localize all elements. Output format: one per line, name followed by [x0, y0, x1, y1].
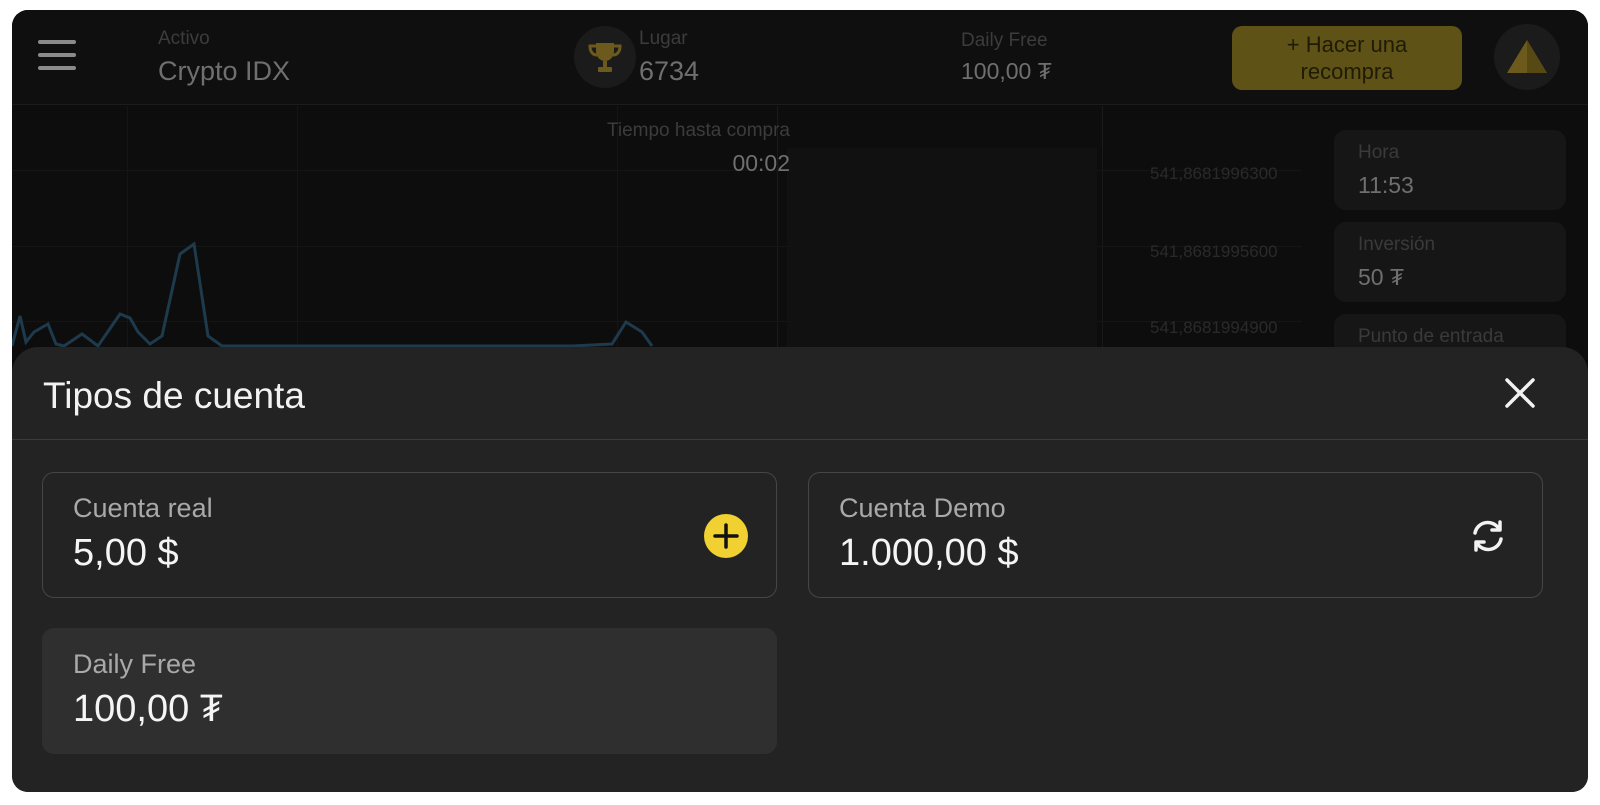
daily-free-label: Daily Free — [961, 30, 1048, 51]
time-value: 11:53 — [1358, 172, 1414, 198]
time-label: Hora — [1358, 142, 1400, 163]
refresh-icon[interactable] — [1465, 513, 1511, 559]
avatar[interactable] — [1494, 24, 1560, 90]
account-name: Cuenta Demo — [839, 493, 1006, 523]
price-tick: 541,8681995600 — [1150, 242, 1278, 261]
price-chart: Tiempo hasta compra 00:02 541,8681996300… — [12, 106, 1302, 366]
app-window: Activo Crypto IDX Lugar 6734 Daily Free … — [12, 10, 1588, 792]
rebuy-button[interactable]: + Hacer una recompra — [1232, 26, 1462, 90]
top-bar: Activo Crypto IDX Lugar 6734 Daily Free … — [12, 10, 1588, 105]
trophy-icon — [574, 26, 636, 88]
time-to-buy-value: 00:02 — [732, 150, 790, 176]
price-line — [12, 241, 654, 349]
account-demo-card[interactable]: Cuenta Demo 1.000,00 $ — [808, 472, 1543, 598]
time-card: Hora 11:53 — [1334, 130, 1566, 210]
investment-label: Inversión — [1358, 234, 1436, 255]
entry-point-label: Punto de entrada — [1358, 326, 1504, 347]
close-icon[interactable] — [1503, 376, 1537, 410]
price-tick: 541,8681994900 — [1150, 318, 1278, 337]
divider — [12, 439, 1588, 440]
asset-label: Activo — [158, 28, 210, 49]
account-name: Daily Free — [73, 649, 197, 679]
account-balance: 5,00 $ — [73, 532, 179, 574]
account-balance: 1.000,00 $ — [839, 532, 1019, 574]
place-value: 6734 — [639, 56, 700, 86]
account-daily-free-card[interactable]: Daily Free 100,00 ₮ — [42, 628, 777, 754]
menu-icon[interactable] — [38, 40, 76, 74]
account-real-card[interactable]: Cuenta real 5,00 $ — [42, 472, 777, 598]
account-name: Cuenta real — [73, 493, 213, 523]
account-types-modal: Tipos de cuenta Cuenta real 5,00 $ Cuent… — [12, 347, 1588, 792]
asset-value[interactable]: Crypto IDX — [158, 56, 290, 87]
investment-card[interactable]: Inversión 50 ₮ — [1334, 222, 1566, 302]
plus-icon[interactable] — [703, 513, 749, 559]
pyramid-icon — [1507, 40, 1547, 73]
daily-free-value: 100,00 ₮ — [961, 58, 1052, 84]
time-to-buy-label: Tiempo hasta compra — [606, 120, 790, 141]
account-balance: 100,00 ₮ — [73, 688, 223, 730]
modal-title: Tipos de cuenta — [43, 375, 305, 416]
investment-value: 50 ₮ — [1358, 264, 1405, 290]
place-label: Lugar — [639, 28, 688, 49]
price-tick: 541,8681996300 — [1150, 164, 1278, 183]
